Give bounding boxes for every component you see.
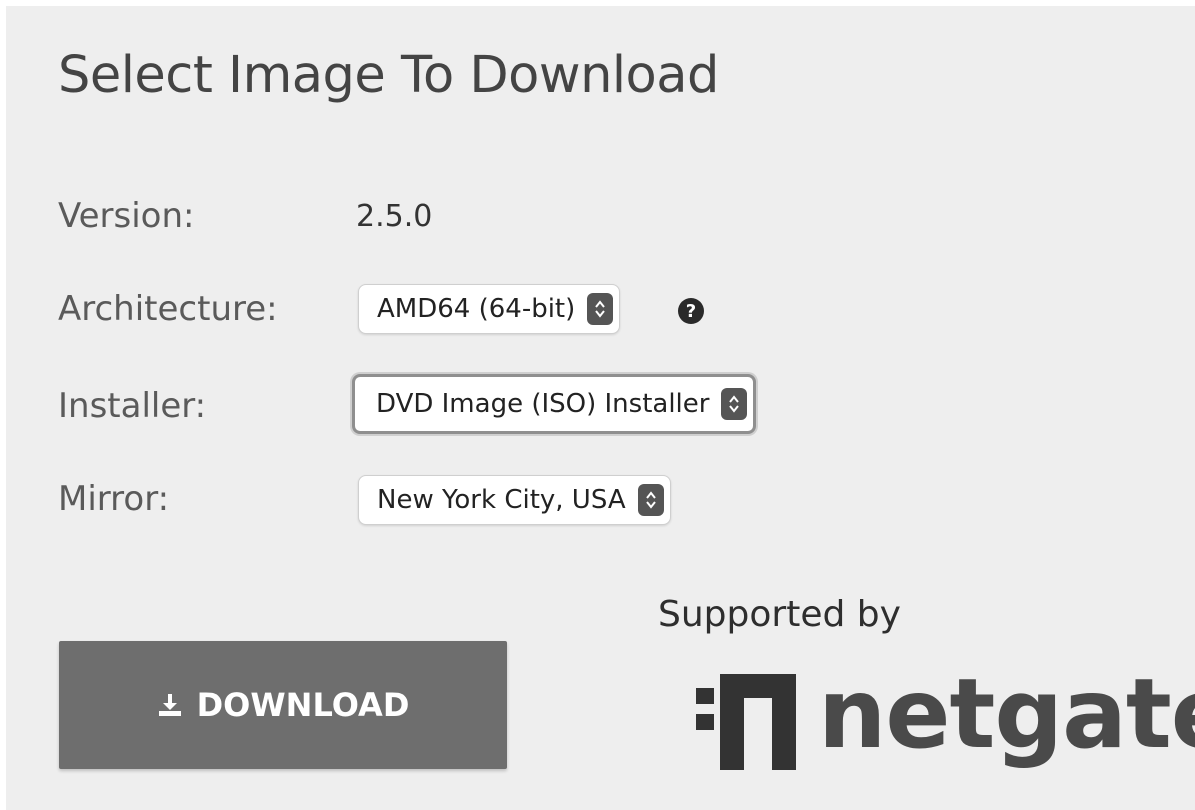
download-button-label: DOWNLOAD — [196, 686, 410, 724]
version-label: Version: — [58, 196, 195, 236]
architecture-label: Architecture: — [58, 289, 278, 329]
select-stepper-icon — [721, 388, 748, 420]
netgate-logo-text: netgate — [818, 658, 1195, 770]
architecture-select-value: AMD64 (64-bit) — [377, 294, 576, 324]
installer-select[interactable]: DVD Image (ISO) Installer — [352, 374, 757, 434]
netgate-logo-icon — [696, 674, 796, 774]
download-icon — [158, 694, 181, 716]
installer-select-value: DVD Image (ISO) Installer — [376, 389, 710, 419]
supported-by-text: Supported by — [658, 594, 901, 635]
select-stepper-icon — [587, 293, 614, 325]
select-stepper-icon — [637, 484, 664, 516]
mirror-label: Mirror: — [58, 479, 170, 519]
download-button[interactable]: DOWNLOAD — [59, 641, 507, 769]
page-title: Select Image To Download — [58, 46, 719, 105]
help-icon[interactable]: ? — [678, 298, 704, 324]
installer-label: Installer: — [58, 386, 207, 426]
version-value: 2.5.0 — [356, 199, 433, 234]
download-panel: Select Image To Download Version: 2.5.0 … — [6, 6, 1195, 810]
mirror-select[interactable]: New York City, USA — [358, 475, 671, 525]
architecture-select[interactable]: AMD64 (64-bit) — [358, 284, 621, 334]
mirror-select-value: New York City, USA — [377, 485, 626, 515]
